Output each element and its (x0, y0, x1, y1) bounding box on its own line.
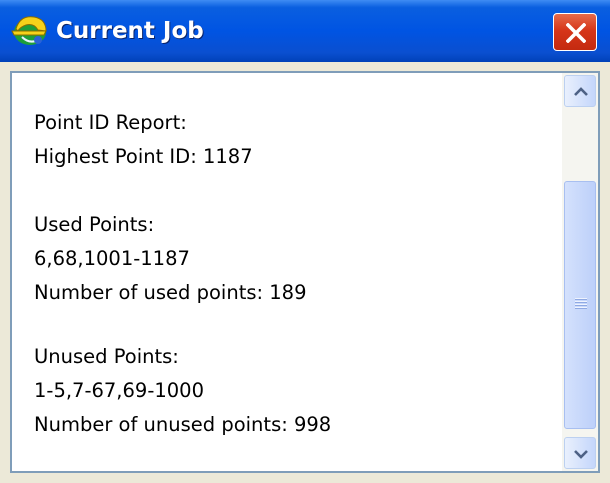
scroll-down-button[interactable] (564, 437, 596, 469)
report-text-area[interactable]: Point ID Report: Highest Point ID: 1187 … (12, 73, 560, 471)
surveyor-helmet-icon (11, 16, 47, 45)
highest-point-id: Highest Point ID: 1187 (34, 145, 253, 168)
vertical-scrollbar[interactable] (562, 73, 598, 471)
current-job-window: Current Job Point ID Report: Highest Poi… (0, 0, 610, 483)
unused-points-heading: Unused Points: (34, 345, 179, 368)
close-icon (566, 23, 586, 43)
unused-points-ranges: 1-5,7-67,69-1000 (34, 379, 204, 402)
scroll-thumb[interactable] (564, 181, 596, 429)
used-points-count: Number of used points: 189 (34, 281, 307, 304)
unused-points-count: Number of unused points: 998 (34, 413, 332, 436)
report-heading: Point ID Report: (34, 111, 187, 134)
chevron-up-icon (574, 87, 588, 96)
title-bar[interactable]: Current Job (0, 0, 610, 62)
window-title: Current Job (56, 18, 204, 44)
close-button[interactable] (553, 13, 597, 51)
chevron-down-icon (574, 450, 588, 459)
used-points-ranges: 6,68,1001-1187 (34, 247, 190, 270)
scroll-up-button[interactable] (564, 75, 596, 107)
used-points-heading: Used Points: (34, 213, 155, 236)
